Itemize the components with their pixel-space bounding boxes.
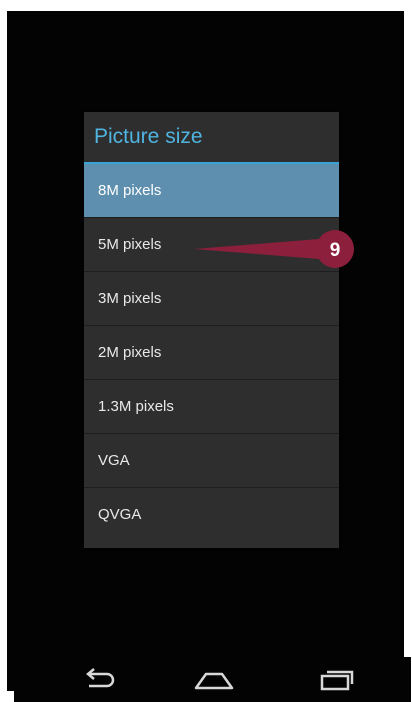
- option-list: 8M pixels 5M pixels 3M pixels 2M pixels …: [84, 164, 339, 542]
- dialog-title: Picture size: [84, 112, 339, 164]
- recent-apps-icon: [320, 670, 354, 691]
- option-qvga[interactable]: QVGA: [84, 488, 339, 542]
- system-nav-bar: [14, 657, 411, 702]
- option-5m-pixels[interactable]: 5M pixels: [84, 218, 339, 272]
- recent-apps-button[interactable]: [311, 663, 361, 697]
- phone-screen: Picture size 8M pixels 5M pixels 3M pixe…: [7, 11, 411, 702]
- option-vga[interactable]: VGA: [84, 434, 339, 488]
- home-button[interactable]: [189, 663, 239, 697]
- home-icon: [194, 672, 234, 690]
- option-3m-pixels[interactable]: 3M pixels: [84, 272, 339, 326]
- option-8m-pixels[interactable]: 8M pixels: [84, 164, 339, 218]
- option-2m-pixels[interactable]: 2M pixels: [84, 326, 339, 380]
- back-arrow-icon: [86, 668, 115, 688]
- back-button[interactable]: [74, 663, 124, 697]
- option-1-3m-pixels[interactable]: 1.3M pixels: [84, 380, 339, 434]
- picture-size-dialog: Picture size 8M pixels 5M pixels 3M pixe…: [84, 112, 354, 548]
